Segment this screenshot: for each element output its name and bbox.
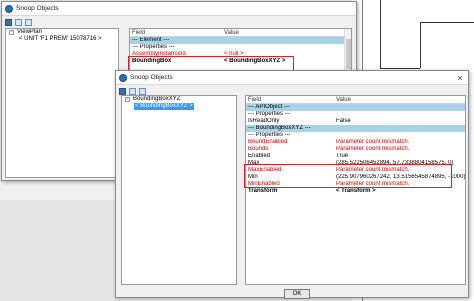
tree-node-root[interactable]: - BoundingBoxXYZ <box>122 96 236 103</box>
grid-row[interactable]: Bounds Parameter count mismatch. <box>246 146 465 153</box>
snoop-icon[interactable] <box>139 87 146 95</box>
tree-node-label-selected[interactable]: < BoundingBoxXYZ > <box>134 103 194 110</box>
value-cell: True <box>336 153 349 159</box>
tree-node-label[interactable]: BoundingBoxXYZ <box>132 96 181 103</box>
field-cell: Bounds <box>248 146 269 152</box>
value-cell: False <box>336 118 351 124</box>
copy-icon[interactable] <box>129 87 136 95</box>
value-cell <box>334 125 465 132</box>
value-cell: < Transform > <box>336 188 376 194</box>
field-cell: --- Properties --- <box>132 44 175 50</box>
column-header-field[interactable]: Field <box>246 96 334 103</box>
value-cell <box>334 132 465 139</box>
collapse-icon[interactable]: - <box>125 97 130 102</box>
grid-row[interactable]: IsReadOnly False <box>246 118 465 125</box>
grid-row[interactable]: --- Properties --- <box>246 111 465 118</box>
field-cell: BoundEnabled <box>248 139 288 145</box>
grid-row[interactable]: --- APIObject --- <box>246 104 465 111</box>
field-cell: IsReadOnly <box>248 118 280 124</box>
tree-node-root[interactable]: - ViewPlan <box>6 29 118 36</box>
field-cell: Enabled <box>248 153 271 159</box>
tree-node-label[interactable]: ViewPlan <box>16 29 43 36</box>
toolbar <box>2 16 356 28</box>
column-header-value[interactable]: Value <box>222 29 239 36</box>
field-cell: --- BoundingBoxXYZ --- <box>248 125 311 131</box>
ok-button[interactable]: OK <box>284 289 310 299</box>
field-cell: --- Properties --- <box>248 111 291 117</box>
grid-row[interactable]: --- Properties --- <box>246 132 465 139</box>
close-icon[interactable]: × <box>452 71 468 84</box>
print-icon[interactable] <box>5 18 12 26</box>
value-cell <box>222 37 351 44</box>
scroll-thumb[interactable] <box>346 39 351 69</box>
app-icon <box>119 73 127 82</box>
value-cell <box>334 111 465 118</box>
field-cell: --- Properties --- <box>248 132 291 138</box>
cad-wall-line <box>420 22 421 68</box>
title-bar[interactable]: Snoop Objects × <box>116 71 468 85</box>
property-grid[interactable]: Field Value --- APIObject --- --- Proper… <box>245 95 466 285</box>
window-title: Snoop Objects <box>130 74 173 81</box>
field-cell: --- APIObject --- <box>248 104 291 110</box>
cad-wall-line <box>380 0 381 68</box>
value-cell <box>222 44 351 51</box>
cad-wall-line <box>380 68 420 69</box>
cad-wall-line <box>420 22 474 23</box>
title-bar[interactable]: Snoop Objects <box>2 2 356 16</box>
object-tree[interactable]: - ViewPlan < UNIT 'F1 PREM' 15078716 > <box>5 28 119 178</box>
column-header-field[interactable]: Field <box>130 29 222 36</box>
grid-header: Field Value <box>130 29 351 37</box>
grid-row[interactable]: Transform < Transform > <box>246 188 465 195</box>
collapse-icon[interactable]: - <box>9 30 14 35</box>
background-panel <box>0 200 120 301</box>
grid-row[interactable]: BoundEnabled Parameter count mismatch. <box>246 139 465 146</box>
value-cell: Parameter count mismatch. <box>336 139 410 145</box>
app-icon <box>5 4 13 13</box>
grid-row[interactable]: Enabled True <box>246 153 465 160</box>
object-tree[interactable]: - BoundingBoxXYZ < BoundingBoxXYZ > <box>121 95 237 285</box>
field-cell: --- Element --- <box>132 37 170 43</box>
copy-icon[interactable] <box>15 18 22 26</box>
grid-row[interactable]: --- Properties --- <box>130 44 351 51</box>
snoop-icon[interactable] <box>25 18 32 26</box>
tree-node-child[interactable]: < UNIT 'F1 PREM' 15078716 > <box>6 36 118 43</box>
value-cell: Parameter count mismatch. <box>336 146 410 152</box>
tree-node-label[interactable]: < UNIT 'F1 PREM' 15078716 > <box>18 36 103 43</box>
value-cell <box>334 104 465 111</box>
grid-header: Field Value <box>246 96 465 104</box>
print-icon[interactable] <box>119 87 126 95</box>
grid-row[interactable]: --- BoundingBoxXYZ --- <box>246 125 465 132</box>
tree-node-child[interactable]: < BoundingBoxXYZ > <box>122 103 236 110</box>
column-header-value[interactable]: Value <box>334 96 351 103</box>
field-cell: Transform <box>248 188 278 194</box>
highlight-box-max-min <box>244 164 452 188</box>
window-title: Snoop Objects <box>16 5 59 12</box>
grid-row[interactable]: --- Element --- <box>130 37 351 44</box>
